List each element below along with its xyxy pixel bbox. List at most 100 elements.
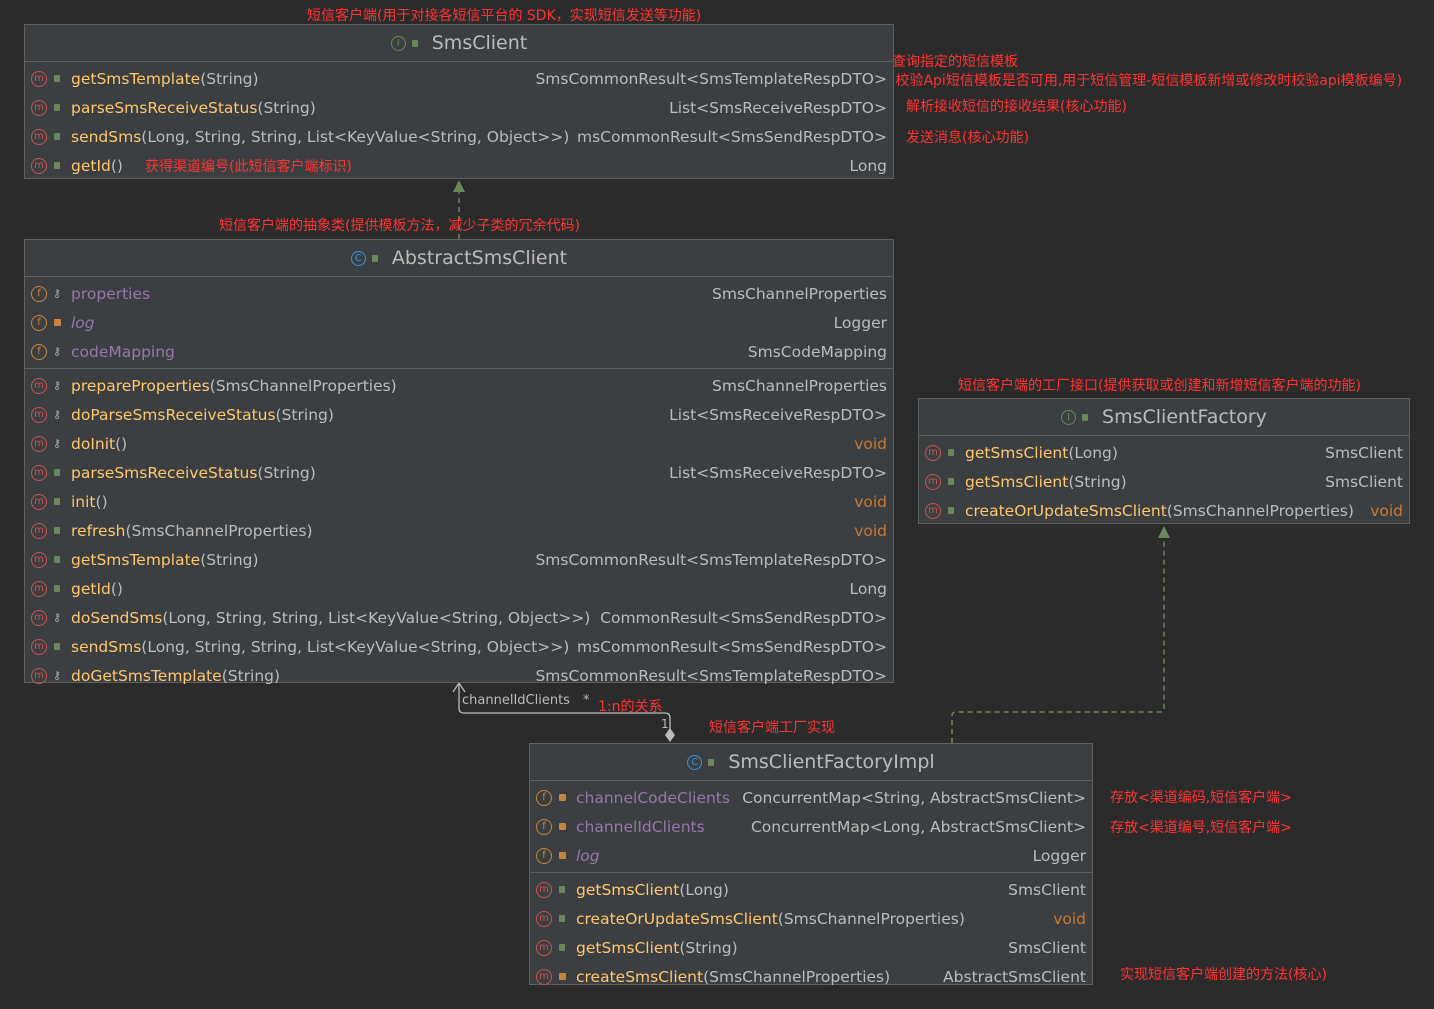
interface-icon: I [390,35,406,51]
field-row[interactable]: f log Logger [25,308,893,337]
abstractsmsclient-fields: f ⚷ properties SmsChannelProperties f log Log… [25,277,893,369]
method-params: (Long) [679,880,729,899]
method-row[interactable]: m createOrUpdateSmsClient (SmsChannelPrope… [919,496,1409,525]
method-params: (String) [200,69,259,88]
note-send: 发送消息(核心功能) [906,130,1029,146]
method-params: (String) [200,550,259,569]
protected-key-icon: ⚷ [52,669,62,682]
method-row[interactable]: m getSmsTemplate (String) SmsCommonResult<S… [25,545,893,574]
method-params: (SmsChannelProperties) [125,521,313,540]
realization-arrowhead [1158,526,1170,538]
method-row[interactable]: m getId () 获得渠道编号(此短信客户端标识) Long [25,151,893,180]
method-name: getSmsClient [965,472,1069,491]
method-row[interactable]: m init() void [25,487,893,516]
method-row[interactable]: m refresh (SmsChannelProperties) void [25,516,893,545]
method-params: (String) [221,666,281,685]
field-row[interactable]: f channelCodeClients ConcurrentMap<String,… [530,783,1092,812]
field-name: codeMapping [71,342,175,361]
smsclient-interface[interactable]: I SmsClient m getSmsTemplate (String) SmsCo… [24,24,894,179]
method-row[interactable]: m sendSms (Long, String, String, List<KeyV… [25,122,893,151]
smsclientfactoryimpl-class[interactable]: C SmsClientFactoryImpl f channelCodeClien… [529,743,1093,986]
method-row[interactable]: m ⚷ prepareProperties (SmsChannelProperties… [25,371,893,400]
smsclientfactory-interface[interactable]: I SmsClientFactory m getSmsClient (Long) Sm… [918,398,1410,524]
public-icon [945,504,957,518]
method-params: () [110,156,123,175]
abstractsmsclient-class[interactable]: C AbstractSmsClient f ⚷ properties SmsChann… [24,239,894,685]
method-name: doGetSmsTemplate [71,666,222,685]
method-params: (Long) [1068,443,1118,462]
method-row[interactable]: m ⚷ doSendSms (Long, String, String, List<K… [25,603,893,632]
field-type: ConcurrentMap<Long, AbstractSmsClient> [750,817,1086,836]
note-abstract: 短信客户端的抽象类(提供模板方法，减少子类的冗余代码) [219,218,580,234]
method-row[interactable]: m ⚷ doParseSmsReceiveStatus (String) List<Sm… [25,400,893,429]
method-row[interactable]: m getSmsTemplate (String) SmsCommonResult<S… [25,64,893,93]
method-name: getSmsTemplate [71,69,201,88]
method-icon: m [536,968,552,985]
private-lock-icon [556,820,568,834]
protected-key-icon: ⚷ [52,437,62,450]
method-params: (SmsChannelProperties) [209,376,397,395]
field-name: channelIdClients [576,817,705,836]
method-row[interactable]: m getSmsClient (Long) SmsClient [530,875,1092,904]
method-row[interactable]: m getSmsClient (String) SmsClient [530,933,1092,962]
method-params: () [95,492,108,511]
method-name: parseSmsReceiveStatus [71,98,258,117]
method-row[interactable]: m parseSmsReceiveStatus (String) List<SmsRe… [25,93,893,122]
method-row[interactable]: m createOrUpdateSmsClient (SmsChannelPrope… [530,904,1092,933]
method-params: (String) [1068,472,1127,491]
method-row[interactable]: m getId () Long [25,574,893,603]
public-icon [556,912,568,926]
method-name: createSmsClient [576,967,704,986]
smsclient-methods: m getSmsTemplate (String) SmsCommonResult<S… [25,62,893,182]
return-type: void [1053,909,1086,928]
method-params: (Long, String, String, List<KeyValue<Str… [162,608,591,627]
method-row[interactable]: m sendSms (Long, String, String, List<KeyV… [25,632,893,661]
field-type: Logger [833,313,887,332]
method-params: (SmsChannelProperties) [703,967,891,986]
method-name: sendSms [71,637,142,656]
public-icon [51,640,63,654]
method-icon: m [925,473,941,490]
method-name: getSmsClient [965,443,1069,462]
public-icon [51,582,63,596]
method-name: doSendSms [71,608,163,627]
method-row[interactable]: m ⚷ doGetSmsTemplate (String) SmsCommonResul… [25,661,893,690]
public-icon [51,159,63,173]
return-type: void [1370,501,1403,520]
field-row[interactable]: f channelIdClients ConcurrentMap<Long, Abs… [530,812,1092,841]
smsclientfactoryimpl-fields: f channelCodeClients ConcurrentMap<String,… [530,781,1092,873]
method-row[interactable]: m createSmsClient (SmsChannelProperties) Ab… [530,962,1092,991]
field-icon: f [536,789,552,806]
field-row[interactable]: f ⚷ codeMapping SmsCodeMapping [25,337,893,366]
method-icon: m [925,502,941,519]
method-row[interactable]: m parseSmsReceiveStatus (String) List<SmsRe… [25,458,893,487]
public-icon [51,101,63,115]
field-row[interactable]: f ⚷ properties SmsChannelProperties [25,279,893,308]
method-name: getId [71,579,111,598]
field-row[interactable]: f log Logger [530,841,1092,870]
method-row[interactable]: m getSmsClient (Long) SmsClient [919,438,1409,467]
method-icon: m [925,444,941,461]
method-icon: m [536,910,552,927]
return-type: CommonResult<SmsSendRespDTO> [600,608,887,627]
realization-line-impl-to-factory [951,536,1165,743]
method-row[interactable]: m getSmsClient (String) SmsClient [919,467,1409,496]
smsclientfactoryimpl-title: SmsClientFactoryImpl [728,751,935,773]
return-type: SmsClient [1325,443,1403,462]
method-icon: m [31,609,47,626]
method-name: createOrUpdateSmsClient [576,909,778,928]
method-row[interactable]: m ⚷ doInit() void [25,429,893,458]
return-type: void [854,434,887,453]
method-params: (Long, String, String, List<KeyValue<Str… [141,637,570,656]
protected-key-icon: ⚷ [52,408,62,421]
public-icon [51,72,63,86]
method-name: getSmsTemplate [71,550,201,569]
note-one-to-n: 1:n的关系 [598,699,663,715]
public-icon [556,883,568,897]
return-type: Long [849,156,887,175]
class-icon: C [687,754,703,770]
field-name: log [576,846,600,865]
private-lock-icon [556,849,568,863]
return-type: void [854,521,887,540]
smsclientfactoryimpl-header: C SmsClientFactoryImpl [530,744,1092,781]
